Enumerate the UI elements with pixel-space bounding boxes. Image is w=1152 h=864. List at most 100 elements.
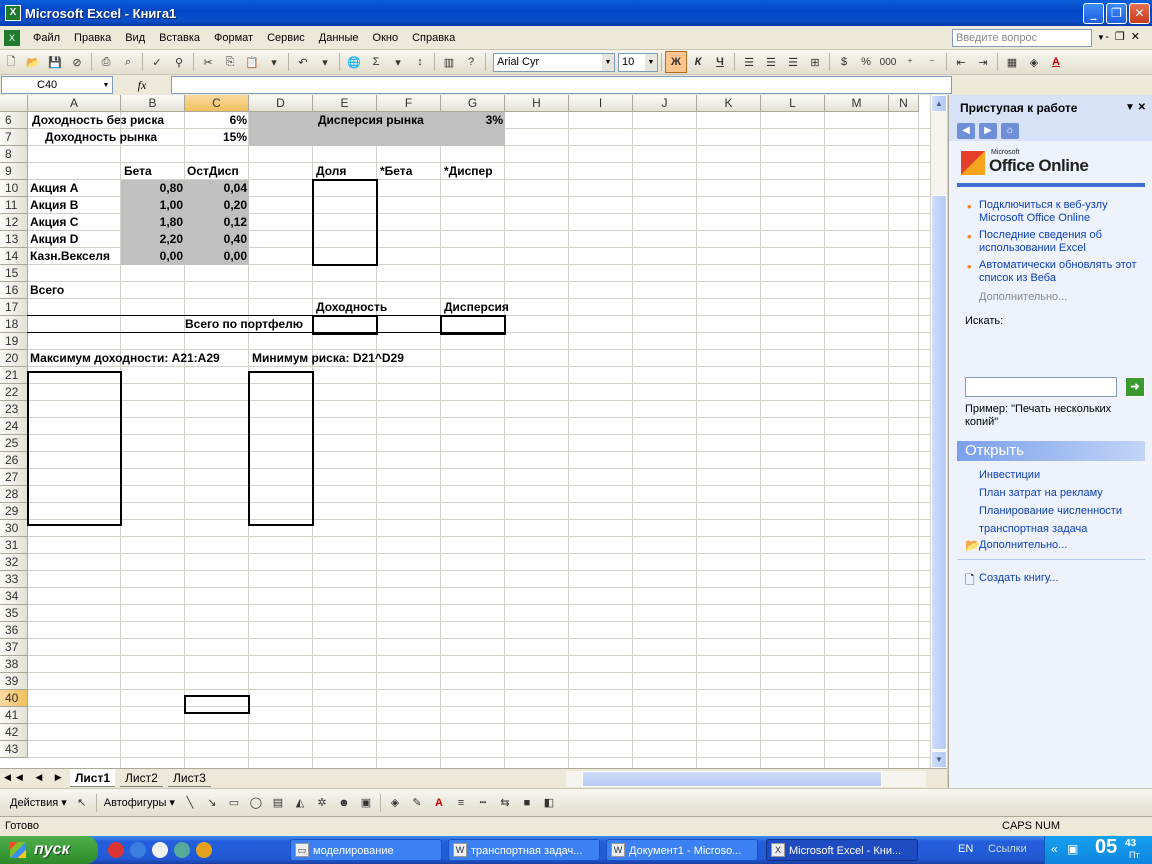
- paste-icon[interactable]: 📋: [241, 51, 263, 73]
- hyperlink-icon[interactable]: 🌐: [343, 51, 365, 73]
- cell-g17[interactable]: Дисперсия: [444, 299, 509, 316]
- row-header-32[interactable]: 32: [0, 554, 28, 571]
- chevron-down-icon[interactable]: ▼: [645, 53, 657, 71]
- cell-c18[interactable]: Всего по портфелю: [185, 316, 313, 333]
- cut-icon[interactable]: ✂: [197, 51, 219, 73]
- sheet-tab-3[interactable]: Лист3: [168, 769, 211, 787]
- file-ad-budget[interactable]: План затрат на рекламу: [979, 487, 1139, 500]
- row-header-33[interactable]: 33: [0, 571, 28, 588]
- search-go-icon[interactable]: ➜: [1125, 377, 1145, 397]
- new-icon[interactable]: 🗋: [0, 51, 22, 73]
- decrease-decimal-icon[interactable]: ⁻: [921, 51, 943, 73]
- active-cell-c40[interactable]: [184, 695, 250, 714]
- cell-c7[interactable]: 15%: [185, 129, 249, 146]
- file-transport-problem[interactable]: транспортная задача: [979, 523, 1139, 536]
- maximize-button[interactable]: ❐: [1106, 3, 1127, 24]
- row-header-23[interactable]: 23: [0, 401, 28, 418]
- row-header-6[interactable]: 6: [0, 112, 28, 129]
- line-icon[interactable]: ╲: [179, 792, 201, 814]
- cell-c12[interactable]: 0,12: [185, 214, 249, 231]
- fill-color-icon[interactable]: ◈: [1023, 51, 1045, 73]
- sheet-tab-2[interactable]: Лист2: [120, 769, 163, 787]
- research-icon[interactable]: ⚲: [168, 51, 190, 73]
- cell-c9[interactable]: ОстДисп: [187, 163, 239, 180]
- column-header-a[interactable]: A: [28, 95, 121, 112]
- cell-b13[interactable]: 2,20: [121, 231, 185, 248]
- links-toolbar[interactable]: Ссылки: [988, 843, 1027, 855]
- file-investments[interactable]: Инвестиции: [979, 469, 1139, 482]
- row-header-13[interactable]: 13: [0, 231, 28, 248]
- cell-e17[interactable]: Доходность: [316, 299, 387, 316]
- font-color-button[interactable]: A: [1045, 51, 1067, 73]
- menu-edit[interactable]: Правка: [67, 32, 118, 44]
- open-more-link[interactable]: Дополнительно...: [979, 539, 1139, 552]
- column-header-m[interactable]: M: [825, 95, 889, 112]
- menu-tools[interactable]: Сервис: [260, 32, 312, 44]
- menu-insert[interactable]: Вставка: [152, 32, 207, 44]
- column-header-h[interactable]: H: [505, 95, 569, 112]
- rectangle-icon[interactable]: ▭: [223, 792, 245, 814]
- permission-icon[interactable]: ⊘: [66, 51, 88, 73]
- menu-data[interactable]: Данные: [312, 32, 366, 44]
- cell-d20[interactable]: Минимум риска: D21^D29: [252, 350, 404, 367]
- chart-icon[interactable]: ▥: [438, 51, 460, 73]
- doc-window-controls[interactable]: -❐✕: [1105, 30, 1146, 43]
- font-color-icon[interactable]: A: [428, 792, 450, 814]
- cell-f9[interactable]: *Бета: [380, 163, 412, 180]
- spelling-icon[interactable]: ✓: [146, 51, 168, 73]
- tray-expand-icon[interactable]: «: [1051, 842, 1058, 856]
- cell-a10[interactable]: Акция A: [30, 180, 78, 197]
- line-color-icon[interactable]: ✎: [406, 792, 428, 814]
- increase-decimal-icon[interactable]: ⁺: [899, 51, 921, 73]
- row-header-24[interactable]: 24: [0, 418, 28, 435]
- column-header-f[interactable]: F: [377, 95, 441, 112]
- cell-g6[interactable]: 3%: [441, 112, 505, 129]
- network-icon[interactable]: ▣: [1067, 842, 1078, 856]
- cell-c11[interactable]: 0,20: [185, 197, 249, 214]
- row-header-43[interactable]: 43: [0, 741, 28, 758]
- select-all-corner[interactable]: [0, 95, 28, 112]
- row-header-9[interactable]: 9: [0, 163, 28, 180]
- undo-icon[interactable]: ↶: [292, 51, 314, 73]
- row-header-26[interactable]: 26: [0, 452, 28, 469]
- column-header-n[interactable]: N: [889, 95, 919, 112]
- column-header-c[interactable]: C: [185, 95, 249, 112]
- minimize-button[interactable]: _: [1083, 3, 1104, 24]
- file-staff-planning[interactable]: Планирование численности: [979, 505, 1139, 518]
- menu-help[interactable]: Справка: [405, 32, 462, 44]
- row-header-38[interactable]: 38: [0, 656, 28, 673]
- scroll-thumb[interactable]: [931, 195, 947, 750]
- print-icon[interactable]: ⎙: [95, 51, 117, 73]
- diagram-icon[interactable]: ✲: [311, 792, 333, 814]
- link-latest-news[interactable]: Последние сведения об использовании Exce…: [979, 229, 1139, 255]
- merge-center-icon[interactable]: ⊞: [804, 51, 826, 73]
- row-header-42[interactable]: 42: [0, 724, 28, 741]
- arrow-style-icon[interactable]: ⇆: [494, 792, 516, 814]
- column-header-j[interactable]: J: [633, 95, 697, 112]
- cell-a16[interactable]: Всего: [30, 282, 64, 299]
- row-header-36[interactable]: 36: [0, 622, 28, 639]
- formula-input[interactable]: [171, 76, 952, 94]
- row-header-8[interactable]: 8: [0, 146, 28, 163]
- row-header-16[interactable]: 16: [0, 282, 28, 299]
- align-left-icon[interactable]: ☰: [738, 51, 760, 73]
- task-pane-menu-icon[interactable]: ▼ ✕: [1125, 95, 1146, 121]
- row-header-35[interactable]: 35: [0, 605, 28, 622]
- cell-a6[interactable]: Доходность без риска: [32, 112, 182, 129]
- menu-view[interactable]: Вид: [118, 32, 152, 44]
- thousands-button[interactable]: 000: [877, 51, 899, 73]
- currency-icon[interactable]: $: [833, 51, 855, 73]
- autosum-icon[interactable]: Σ: [365, 51, 387, 73]
- arrow-icon[interactable]: ↘: [201, 792, 223, 814]
- cell-b12[interactable]: 1,80: [121, 214, 185, 231]
- task-transport[interactable]: Wтранспортная задач...: [448, 839, 600, 861]
- link-auto-update[interactable]: Автоматически обновлять этот список из В…: [979, 259, 1139, 285]
- align-center-icon[interactable]: ☰: [760, 51, 782, 73]
- create-workbook-link[interactable]: Создать книгу...: [979, 572, 1139, 585]
- cell-b11[interactable]: 1,00: [121, 197, 185, 214]
- cell-b14[interactable]: 0,00: [121, 248, 185, 265]
- name-box[interactable]: C40 ▼: [1, 76, 113, 94]
- row-header-37[interactable]: 37: [0, 639, 28, 656]
- save-icon[interactable]: 💾: [44, 51, 66, 73]
- column-header-g[interactable]: G: [441, 95, 505, 112]
